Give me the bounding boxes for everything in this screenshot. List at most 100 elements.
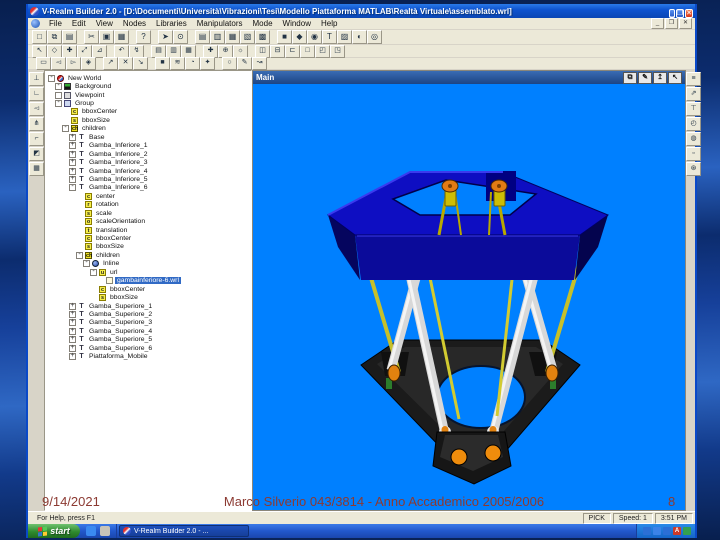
tree-item-new-world[interactable]: - New World [45, 74, 251, 82]
tree-item-bboxcenter[interactable]: c bboxCenter [45, 108, 251, 116]
world-doc1-button[interactable]: ▤ [151, 44, 166, 58]
layout-single-button[interactable]: □ [300, 44, 315, 58]
tree-expander[interactable]: - [55, 82, 62, 91]
view-rows-button[interactable]: ▥ [210, 30, 225, 44]
tree-item-translation[interactable]: t translation [45, 226, 251, 234]
view-iso-button[interactable]: ◩ [29, 147, 44, 161]
tree-expander[interactable]: + [69, 327, 76, 335]
light-button[interactable]: ◉ [307, 30, 322, 44]
quicklaunch-browser-icon[interactable] [86, 526, 96, 536]
view-diag-button[interactable]: ▧ [240, 30, 255, 44]
shape-button[interactable]: ◆ [292, 30, 307, 44]
shear-tool-button[interactable]: ⊿ [92, 44, 107, 58]
clock-button[interactable]: ◔ [185, 57, 200, 70]
nav-list-button[interactable]: ≡ [686, 72, 701, 86]
tree-expander[interactable]: + [69, 167, 76, 175]
tree-expander[interactable]: + [69, 318, 76, 327]
start-button[interactable]: start [28, 524, 80, 538]
tree-item-bboxcenter[interactable]: c bboxCenter [45, 285, 251, 293]
route-button[interactable]: ➤ [158, 30, 173, 44]
viewport-edit-button[interactable]: ✎ [638, 71, 652, 84]
menu-edit[interactable]: Edit [67, 18, 91, 30]
nav-reset-button[interactable]: ▫ [686, 147, 701, 161]
tree-item-url[interactable]: - u url [45, 268, 251, 276]
rotate-tool-button[interactable]: ◇ [47, 44, 62, 58]
new-button[interactable]: □ [32, 30, 47, 44]
tree-item-center[interactable]: c center [45, 192, 251, 200]
tree-item-piattaforma-mobile[interactable]: + T Piattaforma_Mobile [45, 352, 251, 361]
menu-mode[interactable]: Mode [248, 18, 278, 30]
tree-item-gamba-superiore-3[interactable]: + T Gamba_Superiore_3 [45, 318, 251, 327]
tree-item-gamba-superiore-5[interactable]: + T Gamba_Superiore_5 [45, 335, 251, 344]
tree-item-gamba-inferiore-6[interactable]: - T Gamba_Inferiore_6 [45, 183, 251, 192]
tree-item-viewpoint[interactable]: Viewpoint [45, 91, 251, 99]
taskbar-task-button[interactable]: V-Realm Builder 2.0 - ... [119, 525, 249, 537]
tray-icon-5[interactable] [683, 527, 691, 535]
tree-item-gamba-inferiore-1[interactable]: + T Gamba_Inferiore_1 [45, 141, 251, 150]
gem-button[interactable]: ◈ [81, 57, 96, 70]
tree-item-gamba-superiore-6[interactable]: + T Gamba_Superiore_6 [45, 344, 251, 352]
view-corner-button[interactable]: ∟ [29, 87, 44, 101]
menu-manipulators[interactable]: Manipulators [192, 18, 248, 30]
tree-item-gamba-superiore-1[interactable]: + T Gamba_Superiore_1 [45, 302, 251, 310]
tree-item-scaleorientation[interactable]: o scaleOrientation [45, 217, 251, 226]
tree-expander[interactable]: - [69, 183, 76, 192]
scale-tool-button[interactable]: ⤢ [77, 44, 92, 58]
tree-expander[interactable]: - [48, 74, 55, 82]
tree-expander[interactable]: + [69, 150, 76, 158]
layout-split-button[interactable]: ◫ [255, 44, 270, 58]
nav-top-button[interactable]: ⊤ [686, 102, 701, 116]
minimize-button[interactable]: _ [668, 9, 675, 18]
menu-help[interactable]: Help [316, 18, 342, 30]
zoom-button[interactable]: ⊙ [173, 30, 188, 44]
tree-expander[interactable]: + [69, 175, 76, 183]
tree-expander[interactable]: + [69, 335, 76, 344]
tree-expander[interactable]: - [83, 259, 90, 268]
copy-button[interactable]: ▣ [99, 30, 114, 44]
fly-button[interactable]: ↗ [103, 57, 118, 70]
layout-left-button[interactable]: ⊏ [285, 44, 300, 58]
speaker-right-button[interactable]: ▻ [66, 57, 81, 70]
tree-item-bboxsize[interactable]: s bboxSize [45, 116, 251, 124]
land-button[interactable]: ↘ [133, 57, 148, 70]
view-top-button[interactable]: ⌐ [29, 132, 44, 146]
viewport-titlebar[interactable]: Main ⧉ ✎ ↥ ↖ [253, 71, 685, 84]
tree-expander[interactable]: + [69, 310, 76, 318]
sphere-button[interactable]: ◎ [367, 30, 382, 44]
help-button[interactable]: ? [136, 30, 151, 44]
star-button[interactable]: ✦ [200, 57, 215, 70]
tray-icon-1[interactable] [643, 527, 651, 535]
view-left-button[interactable]: ◅ [29, 102, 44, 116]
tree-item-gamba-superiore-4[interactable]: + T Gamba_Superiore_4 [45, 327, 251, 335]
nav-seek-button[interactable]: ⊛ [686, 162, 701, 176]
tree-item-gambainferiore-6-wrl[interactable]: gambainferiore-6.wrl [45, 277, 251, 285]
viewport-tree-button[interactable]: ⧉ [623, 71, 637, 84]
nav-examine-button[interactable]: ◍ [686, 132, 701, 146]
lightning-button[interactable]: ↯ [129, 44, 144, 58]
wave-button[interactable]: ≋ [170, 57, 185, 70]
world-doc3-button[interactable]: ▦ [181, 44, 196, 58]
paste-button[interactable]: ▦ [114, 30, 129, 44]
mdi-restore-button[interactable]: ❐ [665, 18, 678, 29]
stop-button[interactable]: ✕ [118, 57, 133, 70]
view-dense-button[interactable]: ▩ [255, 30, 270, 44]
layout-corner-button[interactable]: ◳ [330, 44, 345, 58]
tree-item-bboxsize[interactable]: s bboxSize [45, 243, 251, 251]
tree-expander[interactable]: + [69, 158, 76, 167]
layout-quad-button[interactable]: ◰ [315, 44, 330, 58]
mdi-minimize-button[interactable]: _ [651, 18, 664, 29]
lamp-button[interactable]: ☼ [233, 44, 248, 58]
undo-button[interactable]: ↶ [114, 44, 129, 58]
tree-item-gamba-inferiore-4[interactable]: + T Gamba_Inferiore_4 [45, 167, 251, 175]
view-grid-small-button[interactable]: ▦ [29, 162, 44, 176]
tray-icon-3[interactable] [663, 527, 671, 535]
globe-button[interactable]: ⊕ [218, 44, 233, 58]
tree-item-gamba-inferiore-3[interactable]: + T Gamba_Inferiore_3 [45, 158, 251, 167]
save-button[interactable]: ▤ [62, 30, 77, 44]
quicklaunch-desktop-icon[interactable] [100, 526, 110, 536]
tree-expander[interactable]: - [55, 99, 62, 108]
open-button[interactable]: ⧉ [47, 30, 62, 44]
tree-expander[interactable]: + [69, 133, 76, 141]
tree-expander[interactable]: - [62, 124, 69, 133]
tree-item-gamba-inferiore-2[interactable]: + T Gamba_Inferiore_2 [45, 150, 251, 158]
